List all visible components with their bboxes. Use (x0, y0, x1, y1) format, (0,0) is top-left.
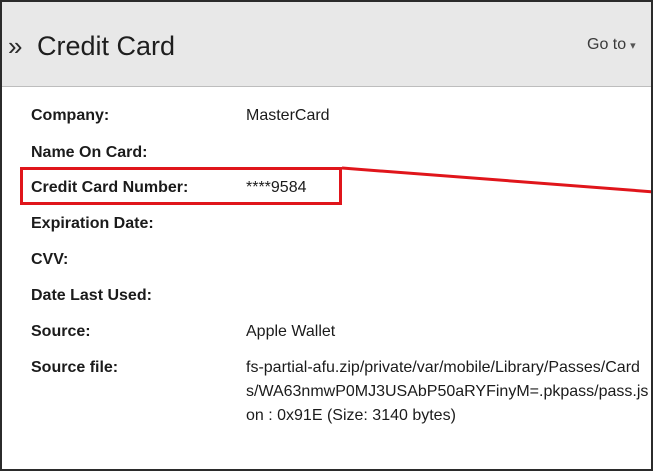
callout-line (341, 166, 651, 194)
credit-card-panel: » Credit Card Go to ▾ Company: MasterCard… (0, 0, 653, 471)
